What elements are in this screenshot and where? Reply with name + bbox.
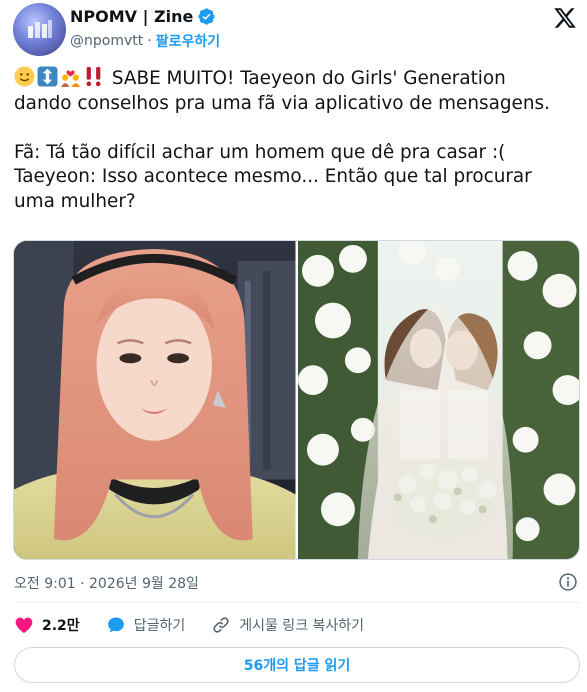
tweet-line-1-text: SABE MUITO! Taeyeon do Girls' Generation [111,68,506,89]
name-row: NPOMV | Zine [70,5,216,27]
reply-button[interactable]: 답글하기 [106,615,186,635]
tweet-line-1: SABE MUITO! Taeyeon do Girls' Generation [14,66,580,92]
heart-icon [15,617,33,633]
selfie-photo-image [14,241,296,559]
link-icon [213,617,229,633]
tweet-line-3: Fã: Tá tão difícil achar um homem que dê… [14,141,506,163]
npomv-logo-icon [28,20,52,38]
wedding-photo-image [297,241,579,559]
tweet-line-5: uma mulher? [14,190,136,212]
tweet-line-4: Taeyeon: Isso acontece mesmo... Então qu… [14,166,532,188]
tweet-line-2: dando conselhos pra uma fã via aplicativ… [14,92,550,114]
x-logo-icon[interactable] [553,6,577,30]
read-replies-button[interactable]: 56개의 답글 읽기 [14,647,580,683]
action-bar: 2.2만 답글하기 게시물 링크 복사하기 [14,613,390,637]
slightly-smiling-face-icon [14,66,35,87]
tweet-text: SABE MUITO! Taeyeon do Girls' Generation… [14,66,580,215]
tweet-card: NPOMV | Zine @npomvtt · 팔로우하기 SABE MUITO… [0,0,587,692]
wedding-photo[interactable] [297,241,579,559]
handle-row: @npomvtt · 팔로우하기 [70,31,220,51]
couple-with-heart-women-icon [61,70,80,87]
copy-link-label: 게시물 링크 복사하기 [239,618,365,634]
reply-label: 답글하기 [133,618,186,634]
reply-bubble-icon [107,617,124,633]
display-name[interactable]: NPOMV | Zine [70,7,193,26]
verified-badge-icon [198,7,215,25]
handle[interactable]: @npomvtt [70,33,143,49]
timestamp[interactable]: 오전 9:01 · 2026년 9월 28일 [14,573,199,593]
media-grid [13,240,580,560]
avatar[interactable] [13,3,66,56]
like-button[interactable]: 2.2만 [14,615,80,635]
copy-link-button[interactable]: 게시물 링크 복사하기 [211,615,364,635]
up-down-arrow-icon [37,66,58,87]
selfie-photo[interactable] [14,241,296,559]
divider [14,602,580,603]
like-count: 2.2만 [42,618,80,634]
follow-button[interactable]: 팔로우하기 [156,31,220,51]
separator: · [147,33,152,49]
info-icon[interactable] [558,572,578,592]
double-exclamation-mark-icon [86,67,101,87]
